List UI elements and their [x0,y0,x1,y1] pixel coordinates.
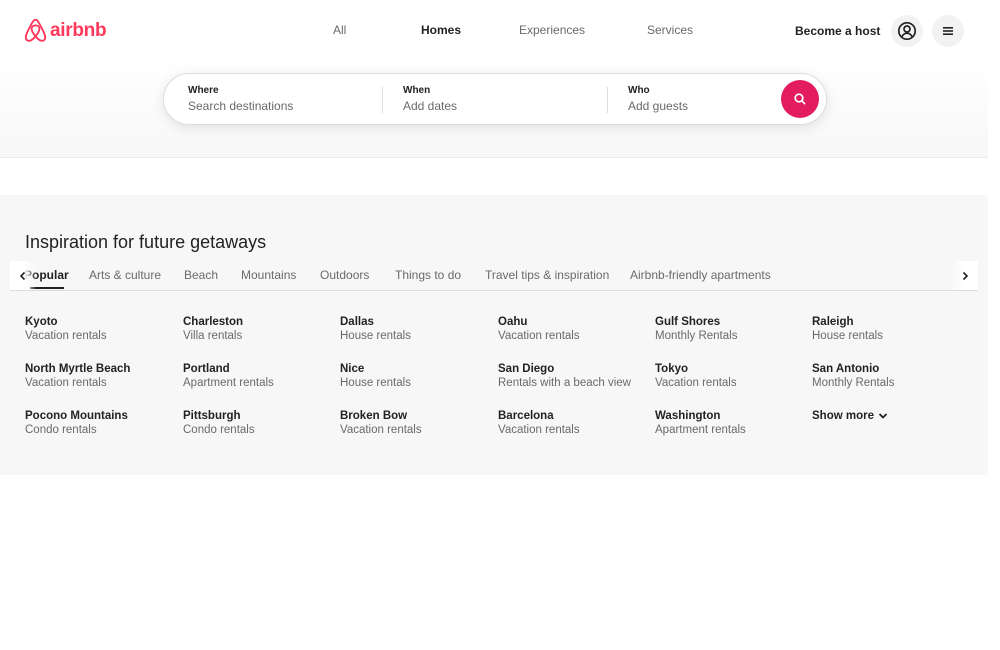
tab-arts-culture[interactable]: Arts & culture [89,268,161,282]
destination-link[interactable]: Barcelona Vacation rentals [498,410,580,436]
tab-mountains[interactable]: Mountains [241,268,296,282]
destination-city: Tokyo [655,363,689,375]
destination-city: Pocono Mountains [25,410,128,422]
where-input[interactable]: Search destinations [188,99,378,113]
destination-city: Portland [183,363,230,375]
nav-homes[interactable]: Homes [421,23,461,37]
destination-type: House rentals [812,330,883,342]
where-label: Where [188,85,219,96]
destination-link[interactable]: San Diego Rentals with a beach view [498,363,631,389]
destination-city: Barcelona [498,410,554,422]
destination-city: Washington [655,410,721,422]
where-field[interactable]: Where Search destinations [188,74,378,124]
chevron-left-icon [19,271,26,280]
destination-type: House rentals [340,377,411,389]
become-host-link[interactable]: Become a host [795,24,880,38]
destination-type: Vacation rentals [340,424,422,436]
brand-name: airbnb [50,20,107,41]
when-field[interactable]: When Add dates [403,74,603,124]
destination-link[interactable]: Gulf Shores Monthly Rentals [655,316,737,342]
nav-services[interactable]: Services [647,23,693,37]
section-title: Inspiration for future getaways [25,232,267,252]
tab-airbnb-friendly-apartments[interactable]: Airbnb-friendly apartments [630,268,771,282]
destination-city: Raleigh [812,316,854,328]
destination-city: Charleston [183,316,244,328]
when-label: When [403,85,431,96]
destination-link[interactable]: Tokyo Vacation rentals [655,363,737,389]
tab-travel-tips[interactable]: Travel tips & inspiration [485,268,609,282]
tab-things-to-do[interactable]: Things to do [395,268,461,282]
tab-beach[interactable]: Beach [184,268,218,282]
destination-type: Condo rentals [183,424,255,436]
destination-link[interactable]: Pocono Mountains Condo rentals [25,410,128,436]
destination-link[interactable]: Raleigh House rentals [812,316,883,342]
destination-type: Monthly Rentals [812,377,895,389]
who-field[interactable]: Who Add guests [628,74,768,124]
menu-icon [943,27,953,35]
destination-city: Broken Bow [340,410,408,422]
inspiration-section: Inspiration for future getaways Popular … [0,195,988,475]
profile-button[interactable] [891,15,923,47]
destination-city: North Myrtle Beach [25,363,131,375]
destination-type: House rentals [340,330,411,342]
destination-city: Oahu [498,316,528,328]
destination-link[interactable]: Dallas House rentals [340,316,411,342]
when-input[interactable]: Add dates [403,99,603,113]
destination-link[interactable]: Washington Apartment rentals [655,410,746,436]
destination-city: Pittsburgh [183,410,241,422]
destination-type: Vacation rentals [25,330,107,342]
search-bar: Where Search destinations When Add dates… [163,73,827,125]
destination-link[interactable]: Oahu Vacation rentals [498,316,580,342]
destination-link[interactable]: Pittsburgh Condo rentals [183,410,255,436]
nav-experiences[interactable]: Experiences [519,23,585,37]
user-circle-icon [897,21,917,41]
nav-all[interactable]: All [333,23,346,37]
destination-type: Rentals with a beach view [498,377,631,389]
search-divider [382,87,383,113]
tabs-scroll-left-button[interactable] [10,261,36,290]
show-more-label: Show more [812,410,874,422]
destination-type: Apartment rentals [655,424,746,436]
destination-city: Dallas [340,316,374,328]
inspiration-tabs: Popular Arts & culture Beach Mountains O… [10,261,978,291]
search-divider [607,87,608,113]
chevron-down-icon [878,413,888,419]
search-button[interactable] [781,80,819,118]
destination-link[interactable]: Broken Bow Vacation rentals [340,410,422,436]
airbnb-logo-icon [24,18,47,42]
destination-link[interactable]: San Antonio Monthly Rentals [812,363,894,389]
destination-link[interactable]: Charleston Villa rentals [183,316,243,342]
destination-link[interactable]: Kyoto Vacation rentals [25,316,107,342]
airbnb-logo[interactable]: airbnb [24,17,107,45]
destination-type: Vacation rentals [498,330,580,342]
destination-link[interactable]: Nice House rentals [340,363,411,389]
who-label: Who [628,85,650,96]
destination-type: Villa rentals [183,330,243,342]
destination-city: Gulf Shores [655,316,721,328]
destination-city: Kyoto [25,316,58,328]
chevron-right-icon [962,271,969,280]
destination-type: Vacation rentals [655,377,737,389]
search-icon [794,93,806,105]
destination-type: Apartment rentals [183,377,274,389]
destination-city: Nice [340,363,365,375]
destination-type: Condo rentals [25,424,97,436]
destination-link[interactable]: North Myrtle Beach Vacation rentals [25,363,130,389]
menu-button[interactable] [932,15,964,47]
destination-link[interactable]: Portland Apartment rentals [183,363,274,389]
header: airbnb All Homes Experiences Services Be… [0,0,988,158]
tab-outdoors[interactable]: Outdoors [320,268,369,282]
destination-type: Vacation rentals [498,424,580,436]
destination-city: San Antonio [812,363,880,375]
tabs-scroll-right-button[interactable] [952,261,978,290]
show-more-button[interactable]: Show more [812,410,888,422]
destination-type: Monthly Rentals [655,330,738,342]
destination-city: San Diego [498,363,555,375]
who-input[interactable]: Add guests [628,99,768,113]
destination-type: Vacation rentals [25,377,107,389]
